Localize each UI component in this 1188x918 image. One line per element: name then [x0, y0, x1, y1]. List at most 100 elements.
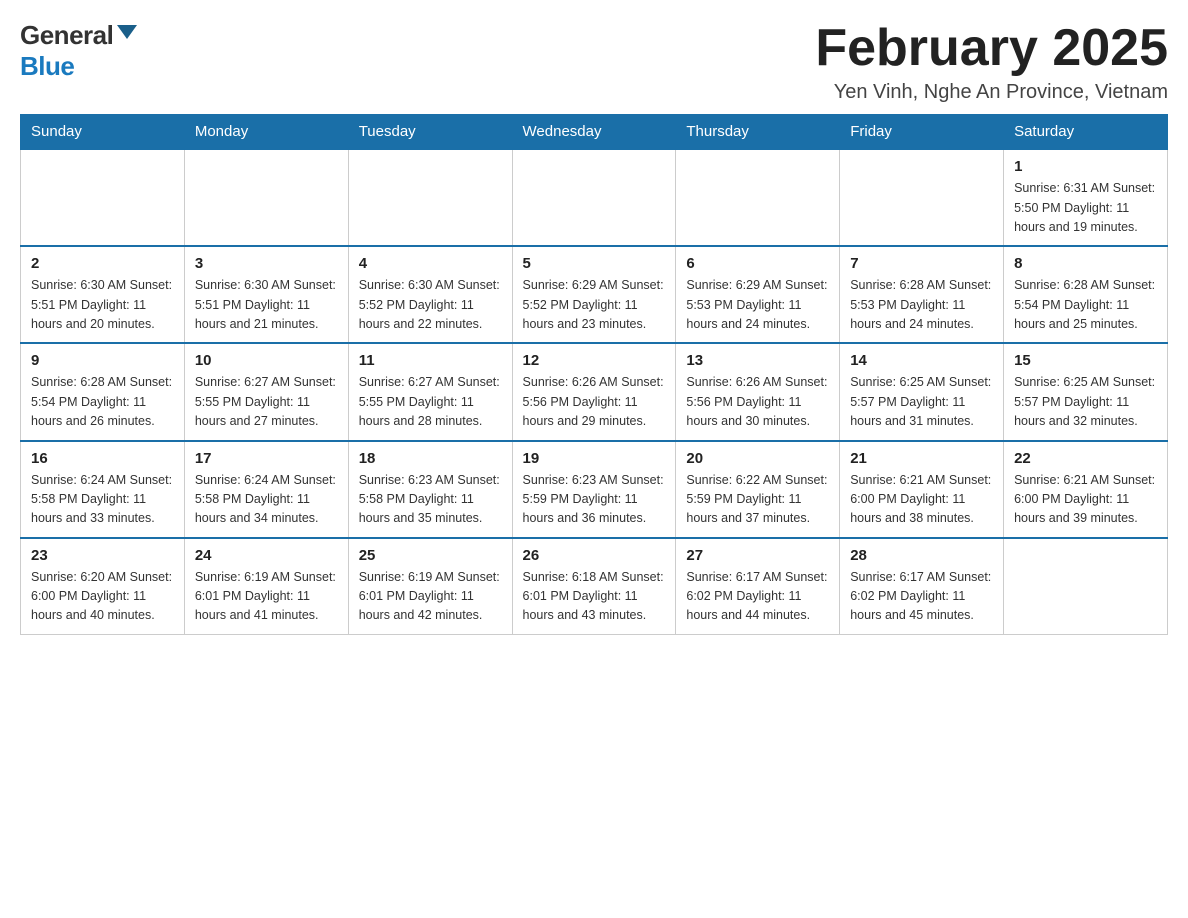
calendar-cell: 12Sunrise: 6:26 AM Sunset: 5:56 PM Dayli… — [512, 343, 676, 440]
day-number: 10 — [195, 352, 338, 369]
day-info: Sunrise: 6:30 AM Sunset: 5:51 PM Dayligh… — [195, 276, 338, 334]
day-info: Sunrise: 6:18 AM Sunset: 6:01 PM Dayligh… — [523, 568, 666, 626]
week-row-1: 1 Sunrise: 6:31 AM Sunset: 5:50 PM Daylig… — [21, 149, 1168, 246]
weekday-header-saturday: Saturday — [1004, 115, 1168, 150]
weekday-header-thursday: Thursday — [676, 115, 840, 150]
calendar-cell: 23 Sunrise: 6:20 AM Sunset: 6:00 PM Dayli… — [21, 538, 185, 635]
day-info: Sunrise: 6:23 AM Sunset: 5:59 PM Dayligh… — [523, 471, 666, 529]
calendar-cell: 14 Sunrise: 6:25 AM Sunset: 5:57 PM Dayli… — [840, 343, 1004, 440]
weekday-header-row: SundayMondayTuesdayWednesdayThursdayFrid… — [21, 115, 1168, 150]
day-number: 15 — [1014, 352, 1157, 369]
week-row-4: 16 Sunrise: 6:24 AM Sunset: 5:58 PM Dayli… — [21, 441, 1168, 538]
day-number: 18 — [359, 450, 502, 467]
day-number: 14 — [850, 352, 993, 369]
day-info: Sunrise: 6:30 AM Sunset: 5:51 PM Dayligh… — [31, 276, 174, 334]
logo: General Blue — [20, 20, 137, 82]
weekday-header-wednesday: Wednesday — [512, 115, 676, 150]
logo-general: General — [20, 20, 113, 51]
calendar-table: SundayMondayTuesdayWednesdayThursdayFrid… — [20, 114, 1168, 635]
calendar-cell: 13 Sunrise: 6:26 AM Sunset: 5:56 PM Dayli… — [676, 343, 840, 440]
day-number: 1 — [1014, 158, 1157, 175]
logo-blue: Blue — [20, 51, 74, 82]
day-number: 21 — [850, 450, 993, 467]
calendar-cell: 11Sunrise: 6:27 AM Sunset: 5:55 PM Dayli… — [348, 343, 512, 440]
calendar-cell: 2 Sunrise: 6:30 AM Sunset: 5:51 PM Daylig… — [21, 246, 185, 343]
day-number: 8 — [1014, 255, 1157, 272]
day-number: 20 — [686, 450, 829, 467]
calendar-cell: 27 Sunrise: 6:17 AM Sunset: 6:02 PM Dayli… — [676, 538, 840, 635]
day-info: Sunrise: 6:22 AM Sunset: 5:59 PM Dayligh… — [686, 471, 829, 529]
calendar-cell: 16Sunrise: 6:24 AM Sunset: 5:58 PM Dayli… — [21, 441, 185, 538]
day-number: 16 — [31, 450, 174, 467]
day-info: Sunrise: 6:25 AM Sunset: 5:57 PM Dayligh… — [1014, 373, 1157, 431]
day-info: Sunrise: 6:30 AM Sunset: 5:52 PM Dayligh… — [359, 276, 502, 334]
calendar-cell: 7 Sunrise: 6:28 AM Sunset: 5:53 PM Daylig… — [840, 246, 1004, 343]
day-info: Sunrise: 6:20 AM Sunset: 6:00 PM Dayligh… — [31, 568, 174, 626]
day-number: 25 — [359, 547, 502, 564]
day-number: 4 — [359, 255, 502, 272]
day-info: Sunrise: 6:21 AM Sunset: 6:00 PM Dayligh… — [1014, 471, 1157, 529]
day-info: Sunrise: 6:28 AM Sunset: 5:54 PM Dayligh… — [1014, 276, 1157, 334]
calendar-cell: 15 Sunrise: 6:25 AM Sunset: 5:57 PM Dayli… — [1004, 343, 1168, 440]
calendar-cell: 25 Sunrise: 6:19 AM Sunset: 6:01 PM Dayli… — [348, 538, 512, 635]
day-number: 3 — [195, 255, 338, 272]
calendar-cell — [21, 149, 185, 246]
calendar-cell: 20 Sunrise: 6:22 AM Sunset: 5:59 PM Dayli… — [676, 441, 840, 538]
day-number: 7 — [850, 255, 993, 272]
weekday-header-tuesday: Tuesday — [348, 115, 512, 150]
calendar-cell: 26 Sunrise: 6:18 AM Sunset: 6:01 PM Dayli… — [512, 538, 676, 635]
day-info: Sunrise: 6:26 AM Sunset: 5:56 PM Dayligh… — [523, 373, 666, 431]
day-number: 2 — [31, 255, 174, 272]
calendar-cell: 5 Sunrise: 6:29 AM Sunset: 5:52 PM Daylig… — [512, 246, 676, 343]
day-number: 26 — [523, 547, 666, 564]
day-info: Sunrise: 6:26 AM Sunset: 5:56 PM Dayligh… — [686, 373, 829, 431]
day-info: Sunrise: 6:29 AM Sunset: 5:52 PM Dayligh… — [523, 276, 666, 334]
day-number: 9 — [31, 352, 174, 369]
title-section: February 2025 Yen Vinh, Nghe An Province… — [815, 20, 1168, 104]
day-number: 13 — [686, 352, 829, 369]
day-info: Sunrise: 6:27 AM Sunset: 5:55 PM Dayligh… — [195, 373, 338, 431]
day-info: Sunrise: 6:28 AM Sunset: 5:53 PM Dayligh… — [850, 276, 993, 334]
day-number: 22 — [1014, 450, 1157, 467]
day-info: Sunrise: 6:31 AM Sunset: 5:50 PM Dayligh… — [1014, 179, 1157, 237]
day-info: Sunrise: 6:17 AM Sunset: 6:02 PM Dayligh… — [686, 568, 829, 626]
day-info: Sunrise: 6:24 AM Sunset: 5:58 PM Dayligh… — [195, 471, 338, 529]
day-number: 6 — [686, 255, 829, 272]
day-number: 19 — [523, 450, 666, 467]
day-info: Sunrise: 6:23 AM Sunset: 5:58 PM Dayligh… — [359, 471, 502, 529]
calendar-cell: 19 Sunrise: 6:23 AM Sunset: 5:59 PM Dayli… — [512, 441, 676, 538]
weekday-header-sunday: Sunday — [21, 115, 185, 150]
day-info: Sunrise: 6:17 AM Sunset: 6:02 PM Dayligh… — [850, 568, 993, 626]
day-number: 11 — [359, 352, 502, 369]
calendar-title: February 2025 — [815, 20, 1168, 77]
day-number: 17 — [195, 450, 338, 467]
calendar-cell — [184, 149, 348, 246]
calendar-subtitle: Yen Vinh, Nghe An Province, Vietnam — [815, 81, 1168, 104]
day-info: Sunrise: 6:21 AM Sunset: 6:00 PM Dayligh… — [850, 471, 993, 529]
logo-triangle-icon — [117, 25, 137, 39]
calendar-cell: 6 Sunrise: 6:29 AM Sunset: 5:53 PM Daylig… — [676, 246, 840, 343]
day-number: 28 — [850, 547, 993, 564]
calendar-cell: 10 Sunrise: 6:27 AM Sunset: 5:55 PM Dayli… — [184, 343, 348, 440]
day-info: Sunrise: 6:29 AM Sunset: 5:53 PM Dayligh… — [686, 276, 829, 334]
day-number: 27 — [686, 547, 829, 564]
day-number: 23 — [31, 547, 174, 564]
calendar-cell: 22 Sunrise: 6:21 AM Sunset: 6:00 PM Dayli… — [1004, 441, 1168, 538]
day-number: 5 — [523, 255, 666, 272]
calendar-cell: 28 Sunrise: 6:17 AM Sunset: 6:02 PM Dayli… — [840, 538, 1004, 635]
calendar-cell: 8 Sunrise: 6:28 AM Sunset: 5:54 PM Daylig… — [1004, 246, 1168, 343]
calendar-cell: 9 Sunrise: 6:28 AM Sunset: 5:54 PM Daylig… — [21, 343, 185, 440]
calendar-cell — [840, 149, 1004, 246]
weekday-header-friday: Friday — [840, 115, 1004, 150]
calendar-cell: 18 Sunrise: 6:23 AM Sunset: 5:58 PM Dayli… — [348, 441, 512, 538]
calendar-cell — [512, 149, 676, 246]
week-row-2: 2 Sunrise: 6:30 AM Sunset: 5:51 PM Daylig… — [21, 246, 1168, 343]
day-info: Sunrise: 6:28 AM Sunset: 5:54 PM Dayligh… — [31, 373, 174, 431]
calendar-cell: 17 Sunrise: 6:24 AM Sunset: 5:58 PM Dayli… — [184, 441, 348, 538]
day-info: Sunrise: 6:25 AM Sunset: 5:57 PM Dayligh… — [850, 373, 993, 431]
calendar-cell: 1 Sunrise: 6:31 AM Sunset: 5:50 PM Daylig… — [1004, 149, 1168, 246]
day-info: Sunrise: 6:19 AM Sunset: 6:01 PM Dayligh… — [359, 568, 502, 626]
day-info: Sunrise: 6:19 AM Sunset: 6:01 PM Dayligh… — [195, 568, 338, 626]
page-header: General Blue February 2025 Yen Vinh, Ngh… — [20, 20, 1168, 104]
week-row-3: 9 Sunrise: 6:28 AM Sunset: 5:54 PM Daylig… — [21, 343, 1168, 440]
